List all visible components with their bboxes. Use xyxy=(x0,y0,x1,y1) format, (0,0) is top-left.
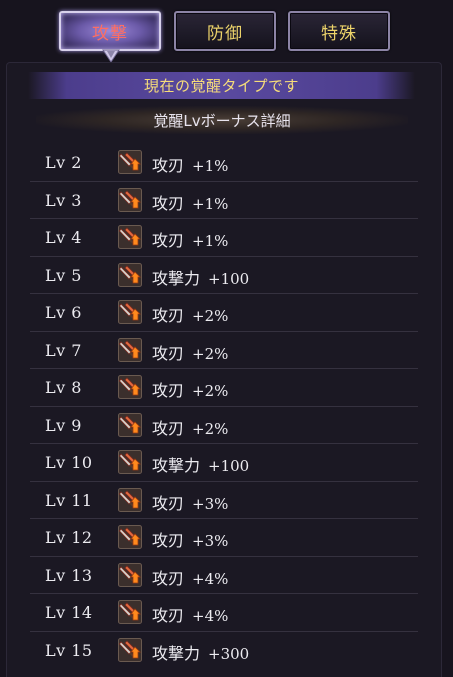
bonus-stat: 攻刃 xyxy=(152,156,185,175)
bonus-row: Lv 8 攻刃 +2% xyxy=(30,369,418,407)
bonus-level: Lv 8 xyxy=(45,378,82,397)
sword-buff-icon xyxy=(118,225,142,249)
bonus-effect: 攻刃 +1% xyxy=(152,227,228,251)
bonus-row: Lv 14 攻刃 +4% xyxy=(30,594,418,632)
sword-buff-icon xyxy=(118,637,142,662)
sword-buff-icon xyxy=(118,412,142,437)
bonus-level: Lv 9 xyxy=(45,415,82,435)
current-awakening-type-banner: 現在の覚醒タイプです xyxy=(28,72,415,99)
bonus-row: Lv 15 攻撃力 +300 xyxy=(30,632,418,670)
bonus-stat: 攻刃 xyxy=(152,231,185,250)
bonus-effect: 攻刃 +4% xyxy=(152,565,228,589)
tab-pointer-icon xyxy=(102,49,120,63)
bonus-effect: 攻撃力 +100 xyxy=(152,265,249,289)
sword-buff-icon xyxy=(118,487,142,512)
bonus-level: Lv 4 xyxy=(45,228,82,247)
bonus-value: +4% xyxy=(192,607,229,625)
bonus-stat: 攻刃 xyxy=(152,343,185,363)
bonus-stat: 攻刃 xyxy=(152,568,185,588)
bonus-effect: 攻刃 +3% xyxy=(152,527,228,551)
bonus-level: Lv 15 xyxy=(45,640,93,660)
bonus-level: Lv 3 xyxy=(45,190,82,210)
bonus-value: +300 xyxy=(208,644,250,663)
sword-buff-icon xyxy=(118,525,142,549)
bonus-stat: 攻撃力 xyxy=(152,456,201,475)
bonus-level: Lv 2 xyxy=(45,153,82,172)
bonus-level: Lv 13 xyxy=(45,565,93,585)
bonus-level: Lv 7 xyxy=(45,340,82,360)
bonus-level: Lv 12 xyxy=(45,528,93,547)
bonus-effect: 攻刃 +2% xyxy=(152,340,228,364)
bonus-level: Lv 11 xyxy=(45,490,93,510)
bonus-stat: 攻刃 xyxy=(152,493,185,513)
sword-buff-icon xyxy=(118,562,142,587)
bonus-value: +2% xyxy=(192,419,229,438)
bonus-value: +3% xyxy=(192,532,229,550)
bonus-stat: 攻刃 xyxy=(152,418,185,438)
awakening-lv-bonus-header: 覚醒Lvボーナス詳細 xyxy=(36,106,408,134)
bonus-effect: 攻刃 +4% xyxy=(152,602,228,626)
bonus-effect: 攻刃 +2% xyxy=(152,377,228,401)
bonus-effect: 攻刃 +2% xyxy=(152,415,228,439)
bonus-row: Lv 10 攻撃力 +100 xyxy=(30,444,418,482)
bonus-stat: 攻撃力 xyxy=(152,268,201,288)
bonus-effect: 攻撃力 +300 xyxy=(152,640,249,664)
bonus-stat: 攻刃 xyxy=(152,606,185,625)
bonus-value: +2% xyxy=(192,307,229,325)
bonus-value: +1% xyxy=(192,157,229,175)
bonus-row: Lv 9 攻刃 +2% xyxy=(30,407,418,444)
bonus-row: Lv 11 攻刃 +3% xyxy=(30,482,418,519)
sword-buff-icon xyxy=(118,150,142,174)
bonus-list: Lv 2 攻刃 +1% Lv 3 攻刃 +1% Lv 4 攻刃 +1% Lv 5 攻撃… xyxy=(30,144,418,669)
bonus-effect: 攻刃 +1% xyxy=(152,190,228,214)
bonus-row: Lv 2 攻刃 +1% xyxy=(30,144,418,182)
sword-buff-icon xyxy=(118,450,142,474)
bonus-row: Lv 12 攻刃 +3% xyxy=(30,519,418,557)
awakening-type-tabs: 攻撃 防御 特殊 xyxy=(59,11,393,51)
sword-buff-icon xyxy=(118,337,142,362)
bonus-value: +1% xyxy=(192,232,229,250)
bonus-row: Lv 3 攻刃 +1% xyxy=(30,182,418,219)
sword-buff-icon xyxy=(118,300,142,324)
sword-buff-icon xyxy=(118,600,142,624)
bonus-row: Lv 4 攻刃 +1% xyxy=(30,219,418,257)
bonus-value: +4% xyxy=(192,569,229,588)
sword-buff-icon xyxy=(118,262,142,287)
bonus-row: Lv 6 攻刃 +2% xyxy=(30,294,418,332)
bonus-stat: 攻刃 xyxy=(152,306,185,325)
bonus-value: +2% xyxy=(192,382,229,400)
bonus-level: Lv 10 xyxy=(45,453,93,472)
bonus-effect: 攻撃力 +100 xyxy=(152,452,249,476)
bonus-stat: 攻刃 xyxy=(152,381,185,400)
bonus-effect: 攻刃 +1% xyxy=(152,152,228,176)
sword-buff-icon xyxy=(118,375,142,399)
bonus-stat: 攻撃力 xyxy=(152,643,201,663)
bonus-value: +3% xyxy=(192,494,229,513)
bonus-value: +100 xyxy=(208,269,250,288)
sword-buff-icon xyxy=(118,187,142,212)
bonus-value: +2% xyxy=(192,344,229,363)
bonus-effect: 攻刃 +2% xyxy=(152,302,228,326)
tab-attack[interactable]: 攻撃 xyxy=(59,11,161,51)
bonus-row: Lv 13 攻刃 +4% xyxy=(30,557,418,594)
bonus-level: Lv 14 xyxy=(45,603,93,622)
bonus-row: Lv 5 攻撃力 +100 xyxy=(30,257,418,294)
bonus-level: Lv 6 xyxy=(45,303,82,322)
bonus-level: Lv 5 xyxy=(45,265,82,285)
bonus-stat: 攻刃 xyxy=(152,193,185,213)
bonus-stat: 攻刃 xyxy=(152,531,185,550)
bonus-value: +100 xyxy=(208,457,250,475)
bonus-row: Lv 7 攻刃 +2% xyxy=(30,332,418,369)
bonus-value: +1% xyxy=(192,194,229,213)
tab-defense[interactable]: 防御 xyxy=(174,11,276,51)
bonus-effect: 攻刃 +3% xyxy=(152,490,228,514)
awakening-screen: 攻撃 防御 特殊 現在の覚醒タイプです 覚醒Lvボーナス詳細 Lv 2 攻刃 +1… xyxy=(0,0,453,677)
tab-special[interactable]: 特殊 xyxy=(288,11,390,51)
